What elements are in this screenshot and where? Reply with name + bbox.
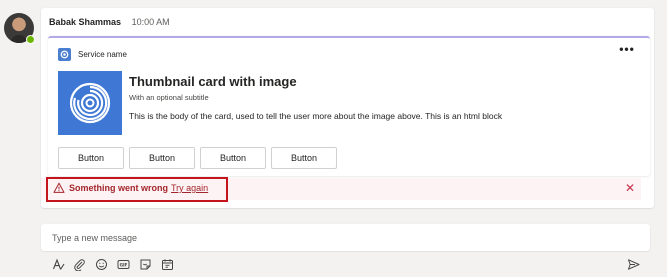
thumbnail-card: Service name ••• Thumbnail card with ima…	[48, 36, 650, 176]
gif-icon[interactable]: GIF	[116, 257, 130, 271]
close-icon[interactable]: ✕	[625, 181, 635, 195]
message-time: 10:00 AM	[131, 17, 170, 27]
attach-icon[interactable]	[72, 257, 86, 271]
card-title: Thumbnail card with image	[129, 74, 297, 89]
card-thumbnail-image	[58, 71, 122, 135]
chat-message: Babak Shammas 10:00 AM Service name ••• …	[41, 8, 654, 208]
sticker-icon[interactable]	[138, 257, 152, 271]
service-icon	[58, 48, 71, 61]
more-options-icon[interactable]: •••	[616, 43, 638, 57]
card-subtitle: With an optional subtitle	[129, 93, 209, 102]
card-body-text: This is the body of the card, used to te…	[129, 111, 503, 121]
sender-name[interactable]: Babak Shammas	[49, 17, 121, 27]
message-header: Babak Shammas 10:00 AM	[49, 17, 170, 27]
service-name: Service name	[78, 50, 127, 59]
format-icon[interactable]	[51, 257, 65, 271]
card-action-button[interactable]: Button	[271, 147, 337, 169]
card-action-button[interactable]: Button	[129, 147, 195, 169]
message-input[interactable]	[41, 224, 650, 251]
presence-available-icon	[26, 35, 35, 44]
compose-box[interactable]	[41, 224, 650, 251]
send-icon[interactable]	[626, 257, 640, 271]
svg-text:GIF: GIF	[119, 262, 127, 267]
error-highlight-box	[46, 177, 228, 202]
card-action-button[interactable]: Button	[58, 147, 124, 169]
schedule-icon[interactable]	[160, 257, 174, 271]
emoji-icon[interactable]	[94, 257, 108, 271]
card-action-button[interactable]: Button	[200, 147, 266, 169]
